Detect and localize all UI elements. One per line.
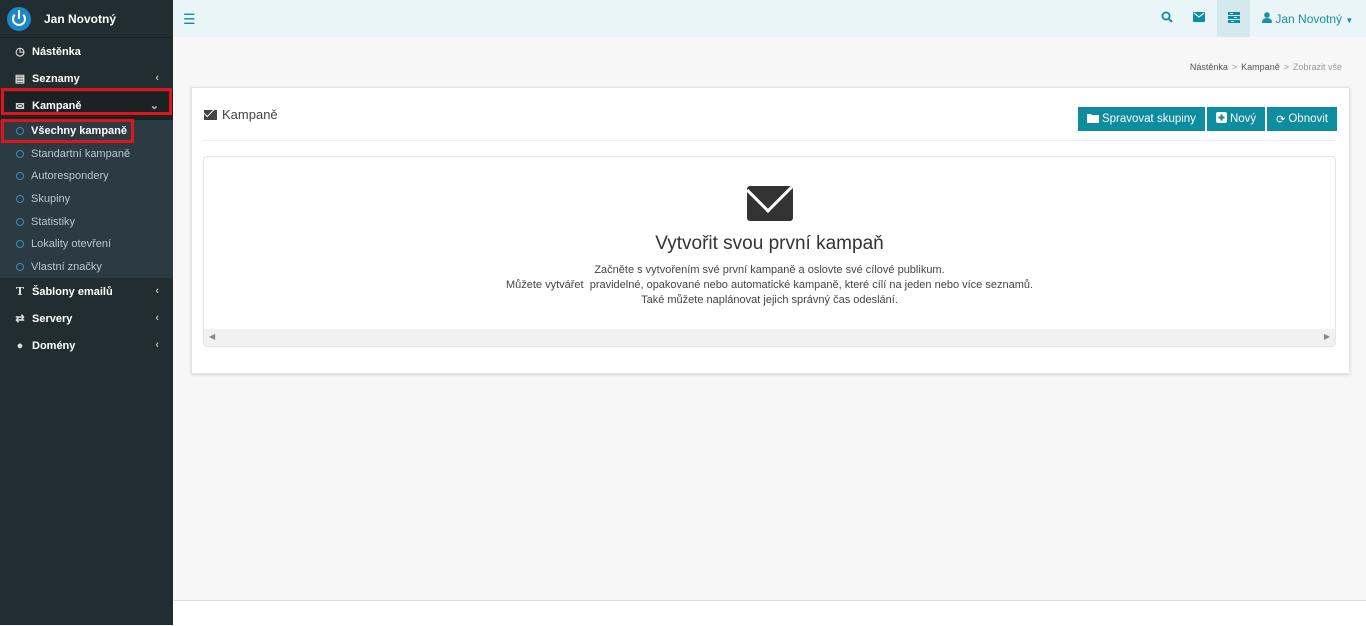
user-name: Jan Novotný bbox=[1275, 12, 1343, 26]
sidebar-item-servers[interactable]: ⇄ Servery ‹ bbox=[0, 305, 173, 332]
sidebar: Jan Novotný ◷ Nástěnka ▤ Seznamy ‹ ✉ Kam… bbox=[0, 0, 173, 625]
scroll-right-icon[interactable]: ▶ bbox=[1324, 332, 1330, 341]
breadcrumb-separator: > bbox=[1231, 62, 1238, 72]
search-icon[interactable] bbox=[1161, 11, 1173, 26]
sidebar-item-label: Domény bbox=[32, 339, 76, 352]
circle-icon bbox=[16, 240, 24, 249]
breadcrumb-item-campaigns[interactable]: Kampaně bbox=[1241, 62, 1280, 72]
envelope-icon: ✉ bbox=[15, 100, 25, 113]
submenu-item-autoresponders[interactable]: Autorespondery bbox=[0, 165, 173, 188]
power-logo-icon bbox=[7, 6, 31, 31]
refresh-icon: ⟳ bbox=[1276, 113, 1286, 126]
submenu-item-statistics[interactable]: Statistiky bbox=[0, 210, 173, 233]
sidebar-item-campaigns[interactable]: ✉ Kampaně ⌄ bbox=[0, 92, 173, 120]
empty-state-title: Vytvořit svou první kampaň bbox=[655, 233, 884, 254]
breadcrumb-item-dashboard[interactable]: Nástěnka bbox=[1190, 62, 1228, 72]
empty-state-line: Začněte s vytvořením své první kampaně a… bbox=[594, 264, 945, 276]
submenu-item-label: Vlastní značky bbox=[31, 260, 102, 273]
envelope-icon[interactable] bbox=[1193, 11, 1205, 25]
user-menu[interactable]: Jan Novotný ▼ bbox=[1262, 12, 1353, 26]
list-icon: ▤ bbox=[14, 73, 26, 85]
circle-icon bbox=[16, 217, 24, 226]
breadcrumb: Nástěnka > Kampaně > Zobrazit vše bbox=[1190, 62, 1342, 72]
caret-down-icon: ▼ bbox=[1345, 16, 1354, 25]
breadcrumb-separator: > bbox=[1283, 62, 1289, 72]
sidebar-item-dashboard[interactable]: ◷ Nástěnka bbox=[0, 38, 173, 65]
refresh-button[interactable]: ⟳ Obnovit bbox=[1267, 107, 1337, 131]
sidebar-item-lists[interactable]: ▤ Seznamy ‹ bbox=[0, 65, 173, 92]
scroll-left-icon[interactable]: ◀ bbox=[209, 332, 215, 341]
sidebar-item-label: Nástěnka bbox=[32, 45, 81, 58]
new-label: Nový bbox=[1229, 113, 1257, 125]
empty-state-text: Začněte s vytvořením své první kampaně a… bbox=[204, 263, 1335, 308]
chevron-left-icon: ‹ bbox=[155, 72, 159, 84]
submenu-item-standard-campaigns[interactable]: Standartní kampaně bbox=[0, 143, 173, 166]
globe-icon: ● bbox=[16, 339, 24, 352]
sidebar-item-label: Šablony emailů bbox=[32, 285, 113, 298]
sidebar-item-label: Servery bbox=[32, 312, 73, 325]
top-navbar: ☰ Jan Novotný ▼ bbox=[173, 0, 1366, 37]
submenu-item-label: Standartní kampaně bbox=[31, 147, 131, 160]
envelope-icon bbox=[747, 186, 793, 221]
sidebar-item-email-templates[interactable]: T Šablony emailů ‹ bbox=[0, 278, 173, 305]
new-button[interactable]: Nový bbox=[1206, 107, 1266, 131]
circle-icon bbox=[16, 195, 24, 204]
sidebar-item-label: Kampaně bbox=[32, 100, 82, 112]
chevron-down-icon: ⌄ bbox=[149, 100, 159, 112]
text-icon: T bbox=[15, 285, 25, 299]
exchange-icon: ⇄ bbox=[15, 313, 25, 326]
user-icon bbox=[1262, 12, 1275, 26]
submenu-item-open-locations[interactable]: Lokality otevření bbox=[0, 233, 173, 256]
dashboard-icon: ◷ bbox=[15, 46, 25, 58]
circle-icon bbox=[16, 127, 24, 136]
chevron-left-icon: ‹ bbox=[155, 312, 159, 325]
footer bbox=[173, 600, 1366, 626]
submenu-item-groups[interactable]: Skupiny bbox=[0, 188, 173, 211]
submenu-item-custom-tags[interactable]: Vlastní značky bbox=[0, 256, 173, 279]
brand[interactable]: Jan Novotný bbox=[0, 0, 173, 38]
tasks-icon bbox=[1228, 12, 1240, 26]
refresh-label: Obnovit bbox=[1288, 113, 1328, 125]
horizontal-scrollbar[interactable]: ◀ ▶ bbox=[204, 329, 1335, 346]
envelope-icon bbox=[204, 109, 217, 120]
submenu-item-label: Všechny kampaně bbox=[31, 125, 127, 138]
panel-divider bbox=[202, 140, 1337, 141]
sidebar-item-domains[interactable]: ● Domény ‹ bbox=[0, 332, 173, 359]
manage-groups-label: Spravovat skupiny bbox=[1101, 113, 1196, 125]
breadcrumb-item-current: Zobrazit vše bbox=[1292, 62, 1342, 72]
submenu-item-label: Skupiny bbox=[31, 193, 71, 206]
panel-toolbar: Spravovat skupiny Nový ⟳ Obnovit bbox=[1077, 107, 1337, 131]
sidebar-menu: ◷ Nástěnka ▤ Seznamy ‹ ✉ Kampaně ⌄ Všech… bbox=[0, 38, 173, 359]
empty-state-line: Také můžete naplánovat jejich správný ča… bbox=[641, 294, 898, 306]
campaigns-panel: Kampaně Spravovat skupiny Nový ⟳ Obnovit… bbox=[191, 87, 1350, 374]
submenu-item-label: Autorespondery bbox=[31, 170, 109, 183]
campaigns-submenu: Všechny kampaně Standartní kampaně Autor… bbox=[0, 120, 173, 279]
brand-name: Jan Novotný bbox=[44, 11, 117, 26]
panel-title: Kampaně bbox=[204, 107, 278, 122]
submenu-item-label: Statistiky bbox=[31, 215, 76, 228]
submenu-item-all-campaigns[interactable]: Všechny kampaně bbox=[0, 120, 173, 143]
manage-groups-button[interactable]: Spravovat skupiny bbox=[1077, 107, 1205, 131]
sidebar-item-label: Seznamy bbox=[32, 72, 80, 85]
circle-icon bbox=[16, 149, 24, 158]
empty-state: Vytvořit svou první kampaň Začněte s vyt… bbox=[203, 156, 1336, 347]
plus-square-icon bbox=[1215, 112, 1227, 126]
chevron-left-icon: ‹ bbox=[155, 285, 159, 298]
folder-icon bbox=[1086, 113, 1099, 126]
submenu-item-label: Lokality otevření bbox=[31, 238, 112, 251]
hamburger-menu-icon[interactable]: ☰ bbox=[183, 11, 196, 28]
circle-icon bbox=[16, 172, 24, 181]
circle-icon bbox=[16, 262, 24, 271]
empty-state-line: Můžete vytvářet pravidelné, opakované ne… bbox=[505, 279, 1034, 291]
panel-title-text: Kampaně bbox=[222, 107, 278, 122]
tasks-button[interactable] bbox=[1217, 0, 1250, 37]
chevron-left-icon: ‹ bbox=[155, 339, 159, 352]
